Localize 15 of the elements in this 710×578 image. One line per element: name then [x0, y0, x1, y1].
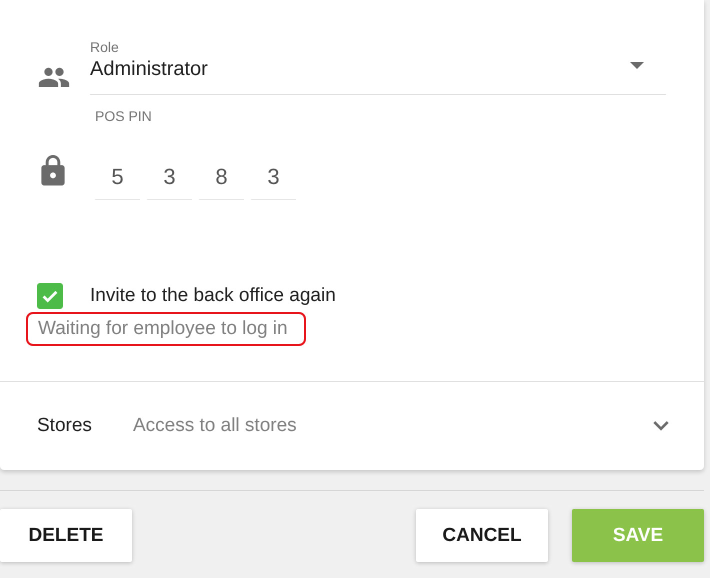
pin-digit-field[interactable]: 8 [199, 155, 244, 200]
chevron-down-icon [653, 421, 669, 431]
pin-digit-field[interactable]: 3 [147, 155, 192, 200]
pin-digit-field[interactable]: 5 [95, 155, 140, 200]
status-text: Waiting for employee to log in [26, 312, 306, 346]
action-button[interactable]: DELETE [0, 509, 132, 562]
checkbox-label: Invite to the back office again [90, 285, 336, 307]
field-label: POS PIN [95, 107, 152, 125]
pin-digit-field[interactable]: 3 [251, 155, 296, 200]
stores-selector[interactable]: Stores Access to all stores [0, 381, 704, 470]
action-button[interactable]: CANCEL [416, 509, 548, 562]
role-select[interactable]: Role Administrator [90, 38, 666, 95]
lock-icon [40, 154, 66, 186]
checkbox[interactable] [37, 283, 63, 309]
dropdown-caret-icon [630, 62, 644, 68]
